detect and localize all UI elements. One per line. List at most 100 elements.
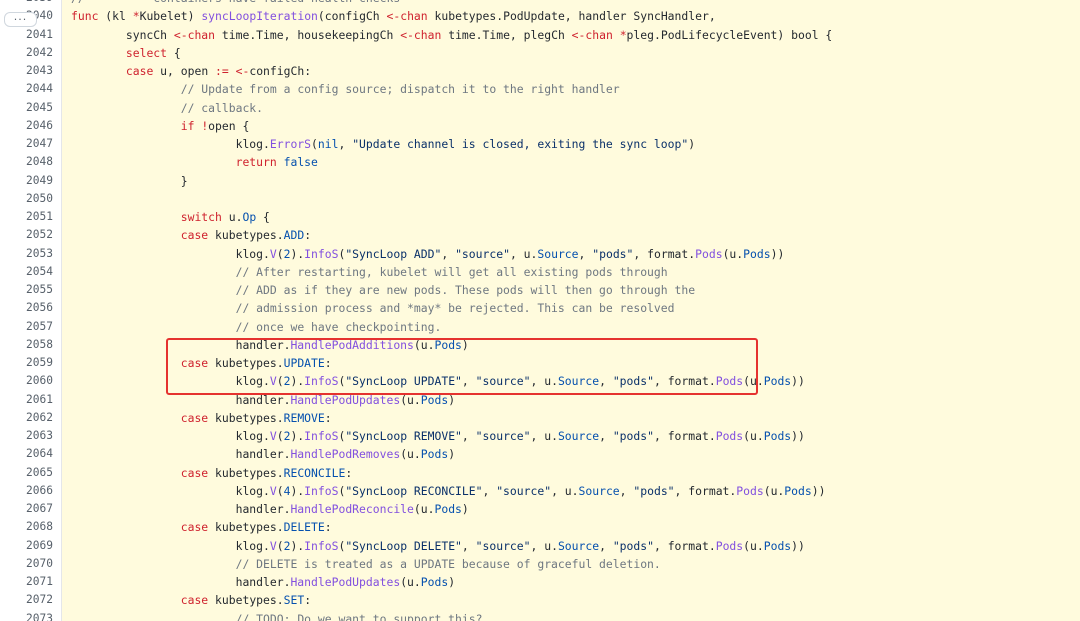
code-text: case kubetypes.ADD:: [62, 226, 1080, 245]
code-line: 2053 klog.V(2).InfoS("SyncLoop ADD", "so…: [0, 244, 1080, 263]
code-token: , format.: [653, 374, 716, 389]
line-number[interactable]: 2047: [0, 135, 62, 154]
line-number[interactable]: 2053: [0, 244, 62, 263]
line-number[interactable]: 2056: [0, 299, 62, 318]
code-token: <-chan: [400, 27, 442, 42]
code-text: // Update from a config source; dispatch…: [62, 80, 1080, 99]
line-number[interactable]: 2057: [0, 317, 62, 336]
line-number[interactable]: 2061: [0, 390, 62, 409]
code-text: klog.V(2).InfoS("SyncLoop ADD", "source"…: [62, 244, 1080, 263]
line-number[interactable]: 2066: [0, 481, 62, 500]
line-number[interactable]: 2058: [0, 335, 62, 354]
code-token: "Update channel is closed, exiting the s…: [352, 137, 689, 151]
code-token: V: [269, 374, 277, 389]
line-number[interactable]: 2052: [0, 226, 62, 245]
code-line: 2056 // admission process and *may* be r…: [0, 299, 1080, 318]
line-number[interactable]: 2068: [0, 518, 62, 537]
code-token: handler.: [71, 502, 291, 516]
line-number[interactable]: 2059: [0, 354, 62, 373]
line-number[interactable]: 2069: [0, 536, 62, 555]
code-token: ).: [290, 538, 305, 553]
code-token: , u.: [509, 246, 538, 261]
line-number[interactable]: 2073: [0, 609, 62, 621]
code-token: :: [345, 465, 353, 480]
line-number[interactable]: 2054: [0, 262, 62, 281]
line-number[interactable]: 2049: [0, 171, 62, 190]
line-number[interactable]: 2046: [0, 116, 62, 135]
code-token: handler.: [71, 392, 291, 407]
code-token: // TODO: Do we want to support this?: [235, 611, 483, 621]
code-token: "pods": [633, 483, 675, 498]
expand-lines-button[interactable]: ···: [4, 12, 37, 27]
code-token: // admission process and *may* be reject…: [235, 301, 675, 316]
line-number[interactable]: 2067: [0, 500, 62, 519]
code-token: Pods: [784, 483, 812, 498]
code-token: Op: [242, 210, 257, 224]
code-token: Source: [578, 483, 620, 498]
code-token: )): [791, 429, 805, 443]
line-number[interactable]: 2048: [0, 153, 62, 172]
code-text: klog.ErrorS(nil, "Update channel is clos…: [62, 135, 1080, 154]
code-token: <-: [235, 64, 250, 78]
code-token: Pods: [763, 429, 792, 443]
code-token: case: [180, 593, 209, 608]
code-line: 2047 klog.ErrorS(nil, "Update channel is…: [0, 135, 1080, 154]
code-token: )): [791, 538, 805, 553]
code-token: handler.: [71, 447, 291, 462]
code-line: 2051 switch u.Op {: [0, 208, 1080, 227]
code-token: HandlePodUpdates: [290, 575, 401, 589]
line-number[interactable]: 2043: [0, 62, 62, 81]
line-number[interactable]: 2065: [0, 463, 62, 482]
code-token: (u.: [743, 374, 764, 389]
line-number[interactable]: 2072: [0, 591, 62, 610]
code-text: // DELETE is treated as a UPDATE because…: [62, 554, 1080, 573]
line-number[interactable]: 2062: [0, 408, 62, 427]
line-number[interactable]: 2042: [0, 43, 62, 62]
code-token: ): [448, 575, 456, 589]
code-token: RECONCILE: [283, 465, 346, 480]
code-token: ,: [599, 374, 613, 389]
code-token: (: [276, 374, 284, 389]
code-text: syncCh <-chan time.Time, housekeepingCh …: [62, 25, 1080, 44]
line-number[interactable]: 2051: [0, 208, 62, 227]
code-token: (: [276, 483, 284, 498]
line-number[interactable]: 2063: [0, 427, 62, 446]
line-number[interactable]: 2055: [0, 281, 62, 300]
code-token: ).: [290, 483, 305, 498]
code-token: UPDATE: [283, 356, 325, 370]
code-token: Kubelet): [139, 9, 202, 24]
code-token: // DELETE is treated as a UPDATE because…: [235, 556, 661, 571]
code-line: 2043 case u, open := <-configCh:: [0, 62, 1080, 81]
line-number[interactable]: 2041: [0, 25, 62, 44]
code-token: nil: [317, 137, 339, 151]
code-token: // once we have checkpointing.: [235, 319, 442, 334]
line-number[interactable]: 2045: [0, 98, 62, 117]
code-token: case: [180, 410, 209, 425]
code-token: u, open: [153, 64, 216, 78]
line-number[interactable]: 2044: [0, 80, 62, 99]
code-token: Pods: [763, 538, 792, 553]
code-token: (u.: [763, 483, 785, 498]
line-number[interactable]: 2070: [0, 554, 62, 573]
code-token: {: [167, 45, 181, 60]
line-number[interactable]: 2060: [0, 372, 62, 391]
code-line: 2062 case kubetypes.REMOVE:: [0, 408, 1080, 427]
code-line: 2054 // After restarting, kubelet will g…: [0, 262, 1080, 281]
code-token: *: [619, 27, 627, 42]
code-token: {: [256, 210, 270, 224]
code-token: ,: [461, 538, 476, 553]
line-number[interactable]: 2039: [0, 0, 62, 8]
code-token: u.: [221, 210, 243, 224]
code-text: klog.V(2).InfoS("SyncLoop REMOVE", "sour…: [62, 427, 1080, 446]
code-text: }: [62, 171, 1080, 190]
code-line: 2041 syncCh <-chan time.Time, housekeepi…: [0, 25, 1080, 44]
code-token: (u.: [413, 502, 435, 516]
code-text: handler.HandlePodUpdates(u.Pods): [62, 390, 1080, 409]
line-number[interactable]: 2050: [0, 189, 62, 208]
code-text: switch u.Op {: [62, 208, 1080, 227]
line-number[interactable]: 2064: [0, 445, 62, 464]
line-number[interactable]: 2071: [0, 573, 62, 592]
